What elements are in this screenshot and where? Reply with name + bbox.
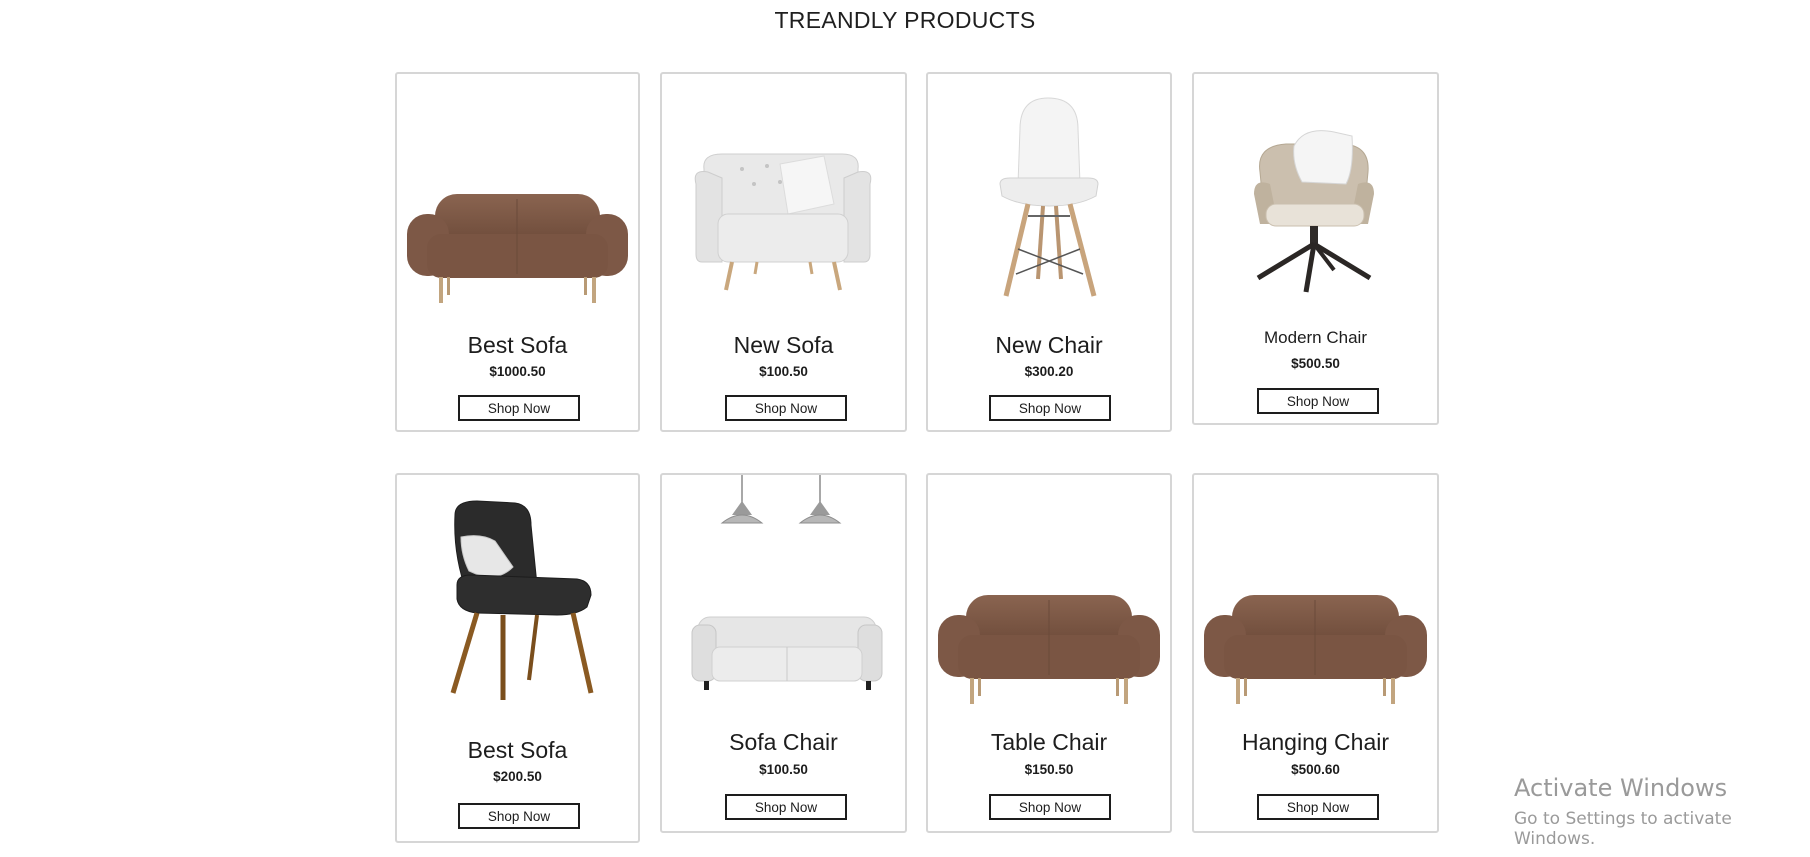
- product-price: $100.50: [759, 762, 808, 777]
- shop-now-button[interactable]: Shop Now: [989, 395, 1111, 421]
- product-card[interactable]: Table Chair $150.50 Shop Now: [926, 473, 1172, 833]
- product-card[interactable]: Best Sofa $200.50 Shop Now: [395, 473, 640, 843]
- shop-now-button[interactable]: Shop Now: [725, 794, 847, 820]
- shop-now-button[interactable]: Shop Now: [458, 395, 580, 421]
- product-card[interactable]: Best Sofa $1000.50 Shop Now: [395, 72, 640, 432]
- shop-now-button[interactable]: Shop Now: [458, 803, 580, 829]
- shop-now-button[interactable]: Shop Now: [1257, 388, 1379, 414]
- shop-now-button[interactable]: Shop Now: [725, 395, 847, 421]
- product-price: $100.50: [759, 364, 808, 379]
- product-card[interactable]: Hanging Chair $500.60 Shop Now: [1192, 473, 1439, 833]
- product-image-brown-sofa[interactable]: [1194, 475, 1437, 715]
- product-image-black-dining-chair[interactable]: [397, 475, 638, 715]
- product-name: New Chair: [995, 332, 1103, 358]
- product-image-white-eames-chair[interactable]: [928, 74, 1170, 314]
- shop-now-button[interactable]: Shop Now: [989, 794, 1111, 820]
- product-image-brown-sofa[interactable]: [397, 74, 638, 314]
- section-title: TREANDLY PRODUCTS: [774, 7, 1036, 33]
- shop-now-button[interactable]: Shop Now: [1257, 794, 1379, 820]
- product-image-white-sofa-with-lamps[interactable]: [662, 475, 905, 715]
- product-image-brown-sofa[interactable]: [928, 475, 1170, 715]
- product-price: $500.60: [1291, 762, 1340, 777]
- activate-windows-subtitle: Go to Settings to activate Windows.: [1514, 809, 1732, 849]
- product-name: Table Chair: [990, 729, 1108, 755]
- product-card[interactable]: Modern Chair $500.50 Shop Now: [1192, 72, 1439, 425]
- product-card[interactable]: New Sofa $100.50 Shop Now: [660, 72, 907, 432]
- product-card[interactable]: New Chair $300.20 Shop Now: [926, 72, 1172, 432]
- product-name: Best Sofa: [467, 332, 568, 358]
- product-price: $500.50: [1291, 356, 1340, 371]
- product-price: $150.50: [1024, 762, 1074, 777]
- product-name: Hanging Chair: [1241, 729, 1390, 755]
- product-name: New Sofa: [733, 332, 834, 358]
- product-image-white-armchair[interactable]: [662, 74, 905, 314]
- product-name: Sofa Chair: [729, 729, 838, 755]
- activate-windows-title: Activate Windows: [1514, 774, 1728, 802]
- product-price: $200.50: [493, 769, 542, 784]
- product-name: Modern Chair: [1264, 328, 1367, 347]
- product-card[interactable]: Sofa Chair $100.50 Shop Now: [660, 473, 907, 833]
- product-price: $300.20: [1024, 364, 1074, 379]
- products-page: TREANDLY PRODUCTS Best Sofa $1000.50 Sho…: [0, 0, 1810, 857]
- product-price: $1000.50: [489, 364, 546, 379]
- product-name: Best Sofa: [467, 737, 568, 763]
- product-image-beige-swivel-chair[interactable]: [1194, 74, 1437, 314]
